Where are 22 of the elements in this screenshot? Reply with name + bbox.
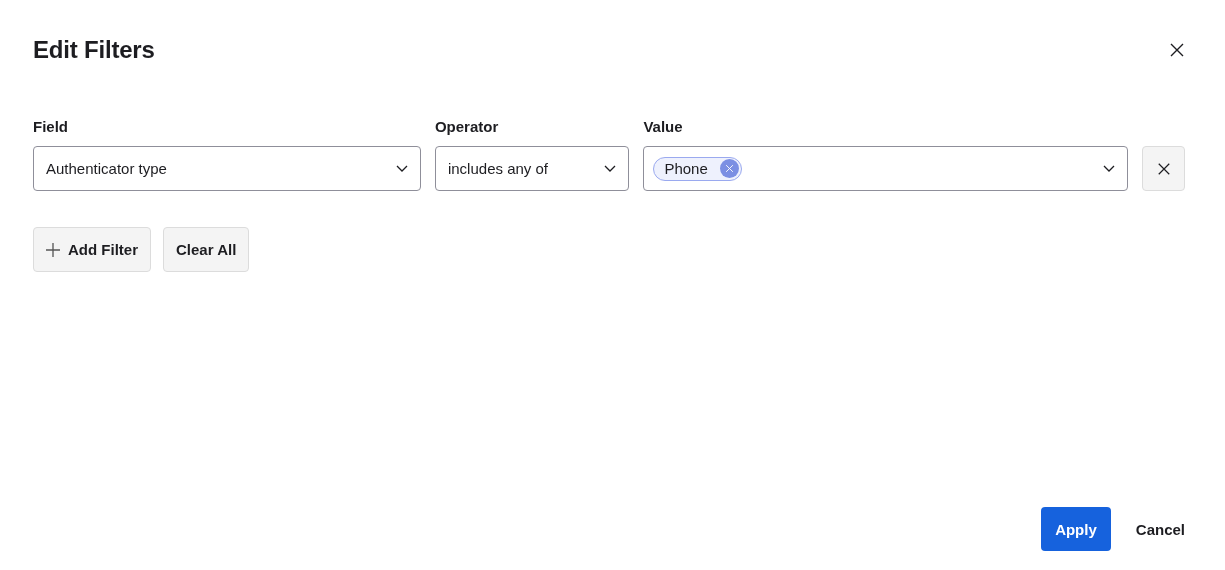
chevron-down-icon — [395, 165, 408, 172]
field-label: Field — [33, 118, 69, 135]
plus-icon — [46, 242, 60, 257]
close-icon — [1156, 161, 1171, 176]
chevron-down-icon — [1103, 165, 1116, 172]
dialog-title: Edit Filters — [33, 36, 155, 64]
apply-button[interactable]: Apply — [1041, 507, 1111, 551]
field-select[interactable]: Authenticator type — [33, 146, 421, 191]
remove-icon — [724, 164, 734, 173]
value-chip: Phone — [653, 156, 742, 181]
operator-label: Operator — [434, 118, 500, 135]
value-label: Value — [643, 118, 684, 135]
add-filter-button[interactable]: Add Filter — [33, 227, 151, 272]
close-button[interactable] — [1169, 42, 1185, 58]
clear-all-button[interactable]: Clear All — [163, 227, 250, 272]
value-select[interactable]: Phone — [643, 146, 1129, 191]
remove-filter-button[interactable] — [1142, 146, 1185, 191]
chip-remove-button[interactable] — [719, 159, 739, 178]
chevron-down-icon — [604, 165, 617, 172]
cancel-button[interactable]: Cancel — [1135, 520, 1185, 538]
operator-select[interactable]: includes any of — [434, 146, 630, 191]
close-icon — [1169, 42, 1185, 58]
